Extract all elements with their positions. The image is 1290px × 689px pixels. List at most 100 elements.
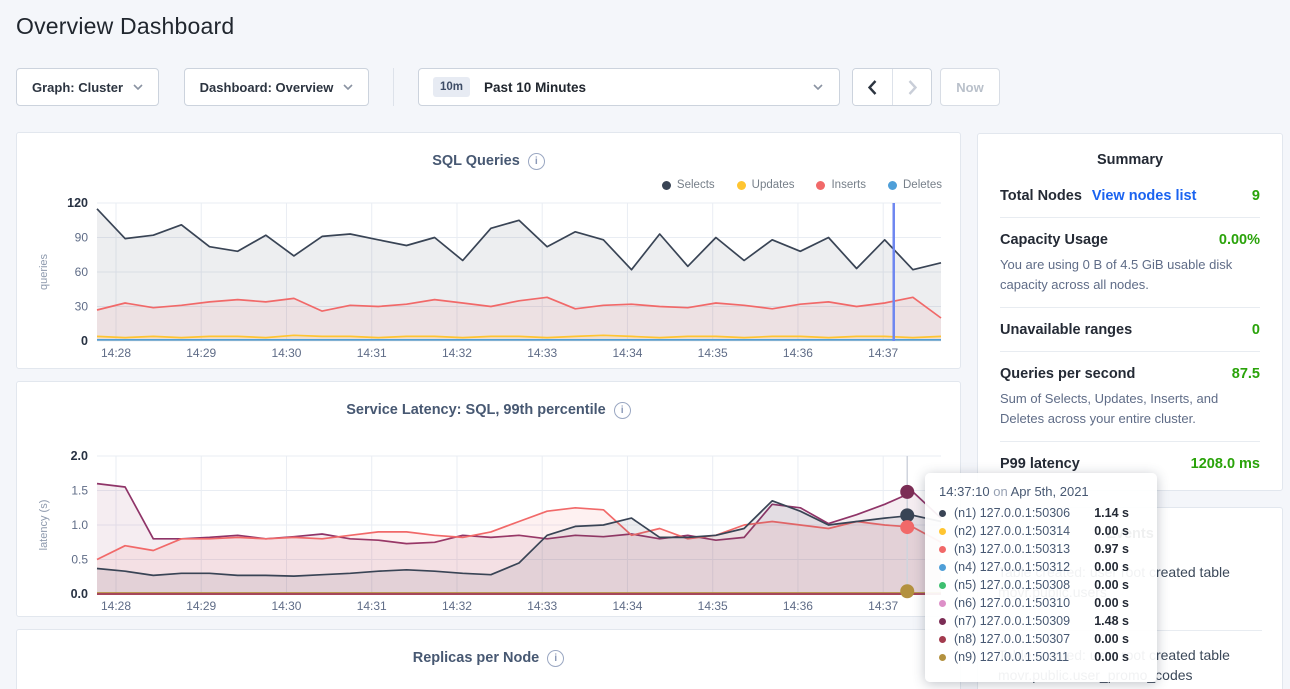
x-tick-label: 14:34 [612, 599, 642, 613]
hover-dot [900, 520, 914, 534]
y-tick-label: 0.5 [71, 553, 88, 567]
page-title: Overview Dashboard [16, 13, 234, 40]
qps-label: Queries per second [1000, 366, 1135, 382]
info-icon[interactable]: i [528, 153, 545, 170]
y-tick-label: 1.0 [71, 518, 88, 532]
y-tick-label: 2.0 [71, 449, 88, 463]
tooltip-node-row: (n8) 127.0.0.1:50307 0.00 s [939, 630, 1143, 648]
x-tick-label: 14:36 [783, 346, 813, 360]
sql-queries-chart[interactable]: 14:2814:2914:3014:3114:3214:3314:3414:35… [33, 195, 946, 363]
total-nodes-label: Total Nodes [1000, 188, 1082, 204]
tooltip-node-row: (n1) 127.0.0.1:50306 1.14 s [939, 504, 1143, 522]
node-address: (n4) 127.0.0.1:50312 [954, 560, 1070, 574]
sql-queries-legend: Selects Updates Inserts Deletes [33, 177, 942, 193]
y-axis-title: latency (s) [38, 500, 50, 551]
x-tick-label: 14:30 [271, 346, 301, 360]
legend-dot [816, 181, 825, 190]
x-tick-label: 14:30 [271, 599, 301, 613]
x-tick-label: 14:35 [698, 346, 728, 360]
legend-label: Inserts [831, 179, 866, 191]
node-address: (n1) 127.0.0.1:50306 [954, 506, 1070, 520]
y-tick-label: 1.5 [71, 484, 88, 498]
x-tick-label: 14:32 [442, 599, 472, 613]
p99-latency-value: 1208.0 ms [1191, 456, 1260, 472]
unavailable-ranges-label: Unavailable ranges [1000, 322, 1132, 338]
node-address: (n6) 127.0.0.1:50310 [954, 596, 1070, 610]
legend-item-deletes[interactable]: Deletes [888, 179, 942, 191]
node-latency-value: 0.00 s [1094, 632, 1143, 646]
info-icon[interactable]: i [614, 402, 631, 419]
node-address: (n7) 127.0.0.1:50309 [954, 614, 1070, 628]
legend-item-selects[interactable]: Selects [662, 179, 715, 191]
node-latency-value: 1.48 s [1094, 614, 1143, 628]
x-tick-label: 14:32 [442, 346, 472, 360]
tooltip-node-row: (n7) 127.0.0.1:50309 1.48 s [939, 612, 1143, 630]
time-forward-button[interactable] [892, 69, 931, 105]
y-tick-label: 30 [75, 300, 89, 314]
service-latency-chart[interactable]: 14:2814:2914:3014:3114:3214:3314:3414:35… [33, 448, 946, 616]
summary-row-qps: Queries per second 87.5 Sum of Selects, … [1000, 352, 1260, 442]
legend-item-inserts[interactable]: Inserts [816, 179, 866, 191]
legend-item-updates[interactable]: Updates [737, 179, 795, 191]
chevron-down-icon [813, 84, 823, 90]
node-address: (n3) 127.0.0.1:50313 [954, 542, 1070, 556]
chevron-left-icon [868, 80, 877, 95]
node-latency-value: 0.00 s [1094, 524, 1143, 538]
node-color-dot [939, 618, 946, 625]
x-tick-label: 14:34 [612, 346, 642, 360]
node-color-dot [939, 510, 946, 517]
summary-title: Summary [1000, 134, 1260, 174]
y-tick-label: 60 [75, 265, 89, 279]
x-tick-label: 14:33 [527, 346, 557, 360]
time-back-button[interactable] [853, 69, 892, 105]
time-range-picker[interactable]: 10m Past 10 Minutes [418, 68, 840, 106]
replicas-per-node-panel: Replicas per Node i [16, 629, 961, 689]
x-tick-label: 14:31 [357, 599, 387, 613]
node-color-dot [939, 564, 946, 571]
legend-dot [888, 181, 897, 190]
tooltip-timestamp: 14:37:10 on Apr 5th, 2021 [939, 484, 1143, 499]
controls-divider [393, 68, 394, 106]
qps-description: Sum of Selects, Updates, Inserts, and De… [1000, 389, 1260, 428]
tooltip-node-row: (n3) 127.0.0.1:50313 0.97 s [939, 540, 1143, 558]
sql-queries-title: SQL Queries [432, 153, 520, 169]
summary-row-unavailable-ranges: Unavailable ranges 0 [1000, 308, 1260, 352]
node-latency-value: 0.00 s [1094, 596, 1143, 610]
tooltip-node-rows: (n1) 127.0.0.1:50306 1.14 s (n2) 127.0.0.1… [939, 504, 1143, 666]
unavailable-ranges-value: 0 [1252, 322, 1260, 338]
legend-label: Updates [752, 179, 795, 191]
info-icon[interactable]: i [547, 650, 564, 667]
charts-column: SQL Queries i Selects Updates Inserts Delet… [16, 132, 961, 689]
x-tick-label: 14:36 [783, 599, 813, 613]
node-color-dot [939, 582, 946, 589]
service-latency-title: Service Latency: SQL, 99th percentile [346, 402, 606, 418]
capacity-usage-description: You are using 0 B of 4.5 GiB usable disk… [1000, 255, 1260, 294]
hover-dot [900, 584, 914, 598]
tooltip-node-row: (n9) 127.0.0.1:503110.00 s [939, 648, 1143, 666]
tooltip-node-row: (n2) 127.0.0.1:503140.00 s [939, 522, 1143, 540]
summary-row-capacity: Capacity Usage 0.00% You are using 0 B o… [1000, 218, 1260, 308]
sql-queries-panel: SQL Queries i Selects Updates Inserts Delet… [16, 132, 961, 369]
graph-scope-dropdown[interactable]: Graph: Cluster [16, 68, 159, 106]
qps-value: 87.5 [1232, 366, 1260, 382]
replicas-per-node-title: Replicas per Node [413, 650, 540, 666]
node-latency-value: 0.00 s [1094, 578, 1143, 592]
chevron-down-icon [133, 84, 143, 90]
node-latency-value: 1.14 s [1094, 506, 1143, 520]
node-address: (n8) 127.0.0.1:50307 [954, 632, 1070, 646]
node-color-dot [939, 546, 946, 553]
view-nodes-list-link[interactable]: View nodes list [1092, 188, 1197, 204]
x-tick-label: 14:37 [868, 599, 898, 613]
dashboard-dropdown-label: Dashboard: Overview [200, 80, 334, 95]
service-latency-panel: Service Latency: SQL, 99th percentile i … [16, 381, 961, 617]
legend-label: Deletes [903, 179, 942, 191]
dashboard-dropdown[interactable]: Dashboard: Overview [184, 68, 369, 106]
now-button[interactable]: Now [940, 68, 1000, 106]
node-address: (n5) 127.0.0.1:50308 [954, 578, 1070, 592]
capacity-usage-label: Capacity Usage [1000, 232, 1108, 248]
node-latency-value: 0.97 s [1094, 542, 1143, 556]
node-latency-value: 0.00 s [1094, 650, 1143, 664]
dashboard-controls: Graph: Cluster Dashboard: Overview 10m P… [16, 68, 1000, 106]
chevron-right-icon [908, 80, 917, 95]
x-tick-label: 14:31 [357, 346, 387, 360]
